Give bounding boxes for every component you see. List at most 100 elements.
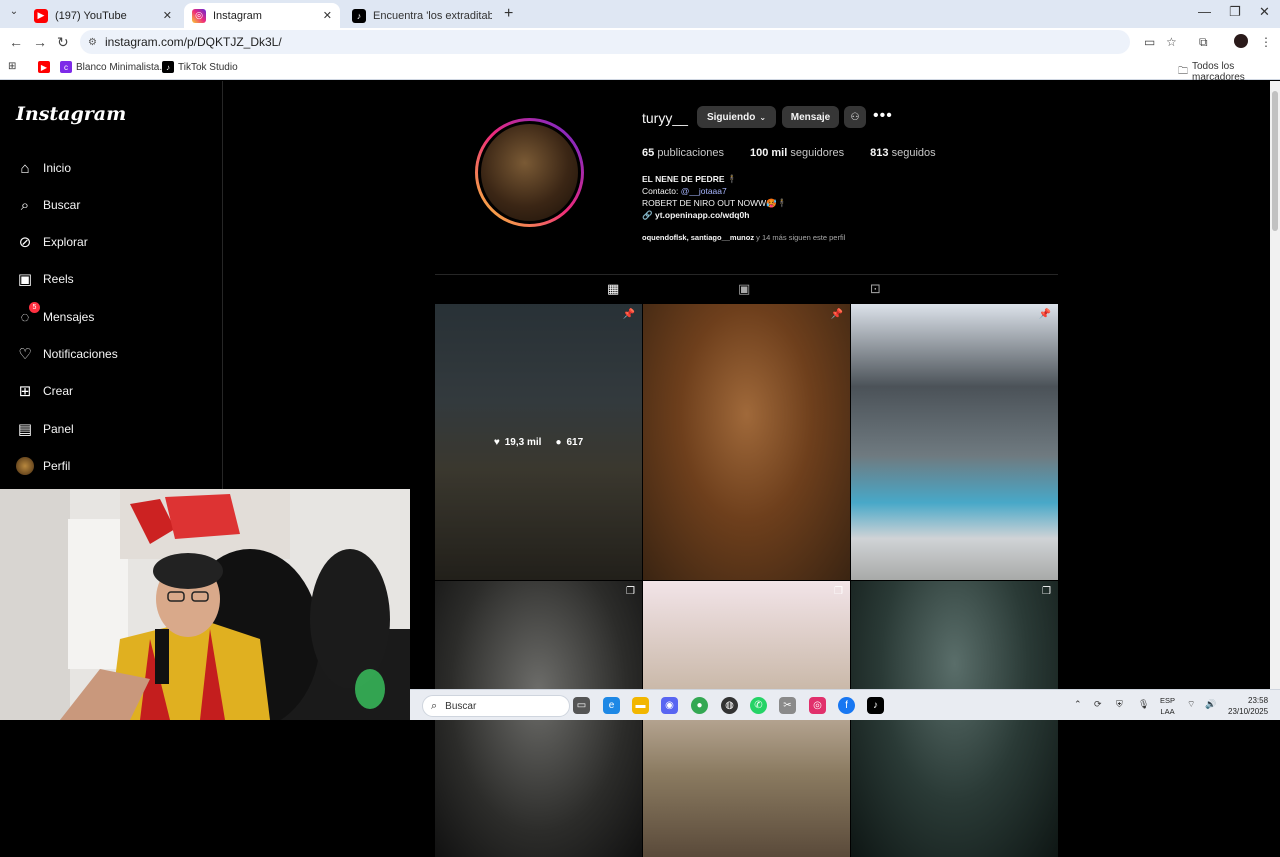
microphone-icon[interactable]: 🎙 — [1138, 699, 1149, 710]
more-options-icon[interactable]: ••• — [873, 107, 893, 125]
post-tile[interactable]: 📌 — [851, 304, 1058, 580]
sidebar-item-perfil[interactable]: Perfil — [16, 457, 70, 475]
whatsapp-icon[interactable]: ✆ — [750, 697, 767, 714]
security-icon[interactable]: ⛨ — [1116, 699, 1123, 710]
clock-time: 23:58 — [1248, 696, 1269, 705]
update-icon[interactable]: ⟳ — [1094, 699, 1102, 710]
compass-icon: ⊘ — [18, 234, 32, 251]
close-icon[interactable]: ✕ — [323, 9, 332, 22]
bio-link[interactable]: 🔗 yt.openinapp.co/wdq0h — [642, 209, 787, 221]
instagram-logo[interactable]: Instagram — [16, 103, 126, 125]
bookmark-tiktok-studio[interactable]: ♪ TikTok Studio — [162, 61, 238, 73]
posts-grid-icon[interactable]: ▦ — [607, 281, 619, 297]
sidebar-item-buscar[interactable]: ⌕ Buscar — [16, 196, 81, 214]
apps-icon[interactable]: ⊞ — [8, 61, 16, 72]
obs-icon[interactable]: ◍ — [721, 697, 738, 714]
all-bookmarks-label: Todos los marcadores — [1192, 61, 1245, 83]
task-view-icon[interactable]: ▭ — [573, 697, 590, 714]
sidebar-item-label: Crear — [43, 384, 74, 398]
file-explorer-icon[interactable]: ▬ — [632, 697, 649, 714]
tab-youtube[interactable]: ▶ (197) YouTube ✕ — [26, 3, 180, 28]
edge-icon[interactable]: e — [603, 697, 620, 714]
bookmark-youtube[interactable]: ▶ — [38, 61, 54, 73]
link-icon: 🔗 — [642, 210, 653, 220]
system-clock[interactable]: 23:58 23/10/2025 — [1228, 695, 1268, 717]
bookmark-star-icon[interactable]: ☆ — [1166, 35, 1177, 49]
comment-icon: ● — [555, 436, 562, 448]
address-bar[interactable]: ⚙ instagram.com/p/DQKTJZ_Dk3L/ — [80, 30, 1130, 54]
bookmark-canva[interactable]: c Blanco Minimalista... — [60, 61, 168, 73]
page-scrollbar[interactable] — [1270, 81, 1280, 689]
tab-instagram[interactable]: ◎ Instagram ✕ — [184, 3, 340, 28]
forward-icon[interactable]: → — [33, 34, 47, 50]
tab-tiktok[interactable]: ♪ Encuentra 'los extraditablesd c — [344, 3, 500, 28]
sidebar-item-label: Reels — [43, 272, 74, 286]
profile-stats: 65 publicaciones 100 mil seguidores 813 … — [642, 147, 936, 159]
followed-by[interactable]: oquendoflsk, santiago__munoz y 14 más si… — [642, 233, 845, 242]
instagram-app-icon[interactable]: ◎ — [809, 697, 826, 714]
posts-stat: 65 publicaciones — [642, 147, 724, 159]
profile-picture[interactable] — [475, 118, 584, 227]
following-stat[interactable]: 813 seguidos — [870, 147, 935, 159]
sidebar-item-inicio[interactable]: ⌂ Inicio — [16, 159, 71, 177]
post-hover-overlay: ♥ 19,3 mil ● 617 — [435, 304, 642, 580]
tab-title: Instagram — [213, 9, 262, 22]
site-info-icon[interactable]: ⚙ — [88, 37, 97, 48]
panel-icon: ▤ — [17, 421, 33, 438]
new-tab-icon[interactable]: + — [504, 5, 513, 23]
profile-avatar[interactable] — [1234, 34, 1248, 48]
tagged-tab-icon[interactable]: ⊡ — [870, 281, 881, 297]
cast-icon[interactable]: ▭ — [1144, 35, 1155, 49]
sidebar-item-explorar[interactable]: ⊘ Explorar — [16, 233, 88, 251]
canva-icon: c — [60, 61, 72, 73]
menu-icon[interactable]: ⋮ — [1260, 35, 1272, 49]
minimize-icon[interactable]: — — [1198, 4, 1211, 19]
search-icon: ⌕ — [20, 196, 30, 214]
webcam-overlay — [0, 489, 410, 720]
notification-badge: 5 — [29, 302, 40, 313]
sidebar-item-label: Inicio — [43, 161, 72, 175]
back-icon[interactable]: ← — [9, 34, 23, 50]
chrome-icon[interactable]: ● — [691, 697, 708, 714]
search-icon: ⌕ — [431, 699, 438, 712]
message-button[interactable]: Mensaje — [782, 106, 839, 128]
sidebar-item-panel[interactable]: ▤ Panel — [16, 420, 74, 438]
snipping-tool-icon[interactable]: ✂ — [779, 697, 796, 714]
tab-title: (197) YouTube — [55, 9, 127, 22]
tab-strip: ⌄ ▶ (197) YouTube ✕ ◎ Instagram ✕ ♪ Encu… — [0, 0, 1280, 28]
suggest-user-button[interactable]: ⚇ — [844, 106, 866, 128]
sidebar-item-notificaciones[interactable]: ♡ Notificaciones — [16, 345, 118, 363]
following-button[interactable]: Siguiendo ⌄ — [697, 106, 776, 128]
close-window-icon[interactable]: ✕ — [1259, 4, 1270, 20]
restore-icon[interactable]: ❐ — [1229, 4, 1241, 20]
sidebar-item-reels[interactable]: ▣ Reels — [16, 270, 74, 288]
sidebar-item-label: Buscar — [43, 198, 81, 212]
language-indicator[interactable]: ESP LAA — [1160, 695, 1175, 717]
wifi-icon[interactable]: ⌔ — [1187, 699, 1195, 710]
carousel-icon: ❐ — [834, 586, 843, 597]
facebook-icon[interactable]: f — [838, 697, 855, 714]
sidebar-item-label: Notificaciones — [43, 347, 118, 361]
post-tile[interactable]: ♥ 19,3 mil ● 617 📌 — [435, 304, 642, 580]
bio-mention-link[interactable]: @__jotaaa7 — [681, 186, 727, 196]
post-tile[interactable]: 📌 — [643, 304, 850, 580]
scrollbar-thumb[interactable] — [1272, 91, 1278, 231]
tab-search-icon[interactable]: ⌄ — [6, 6, 22, 22]
extensions-icon[interactable]: ⧉ — [1199, 35, 1208, 50]
messenger-icon: ◌ 5 — [16, 302, 40, 326]
close-icon[interactable]: ✕ — [163, 9, 172, 22]
clock-date: 23/10/2025 — [1228, 707, 1269, 716]
sidebar-item-mensajes[interactable]: ◌ 5 Mensajes — [16, 302, 94, 326]
sidebar-item-label: Panel — [43, 422, 74, 436]
discord-icon[interactable]: ◉ — [661, 697, 678, 714]
all-bookmarks[interactable]: 🗀 Todos los marcadores — [1178, 61, 1280, 83]
reload-icon[interactable]: ↻ — [57, 34, 69, 51]
reels-tab-icon[interactable]: ▣ — [738, 281, 750, 297]
sidebar-item-crear[interactable]: ⊞ Crear — [16, 382, 73, 400]
tiktok-app-icon[interactable]: ♪ — [867, 697, 884, 714]
taskbar-search[interactable]: ⌕ Buscar — [422, 695, 570, 717]
chevron-up-icon[interactable]: ⌃ — [1074, 699, 1082, 710]
followers-stat[interactable]: 100 mil seguidores — [750, 147, 844, 159]
heart-icon: ♡ — [18, 346, 32, 363]
volume-icon[interactable]: 🔊 — [1205, 699, 1216, 710]
